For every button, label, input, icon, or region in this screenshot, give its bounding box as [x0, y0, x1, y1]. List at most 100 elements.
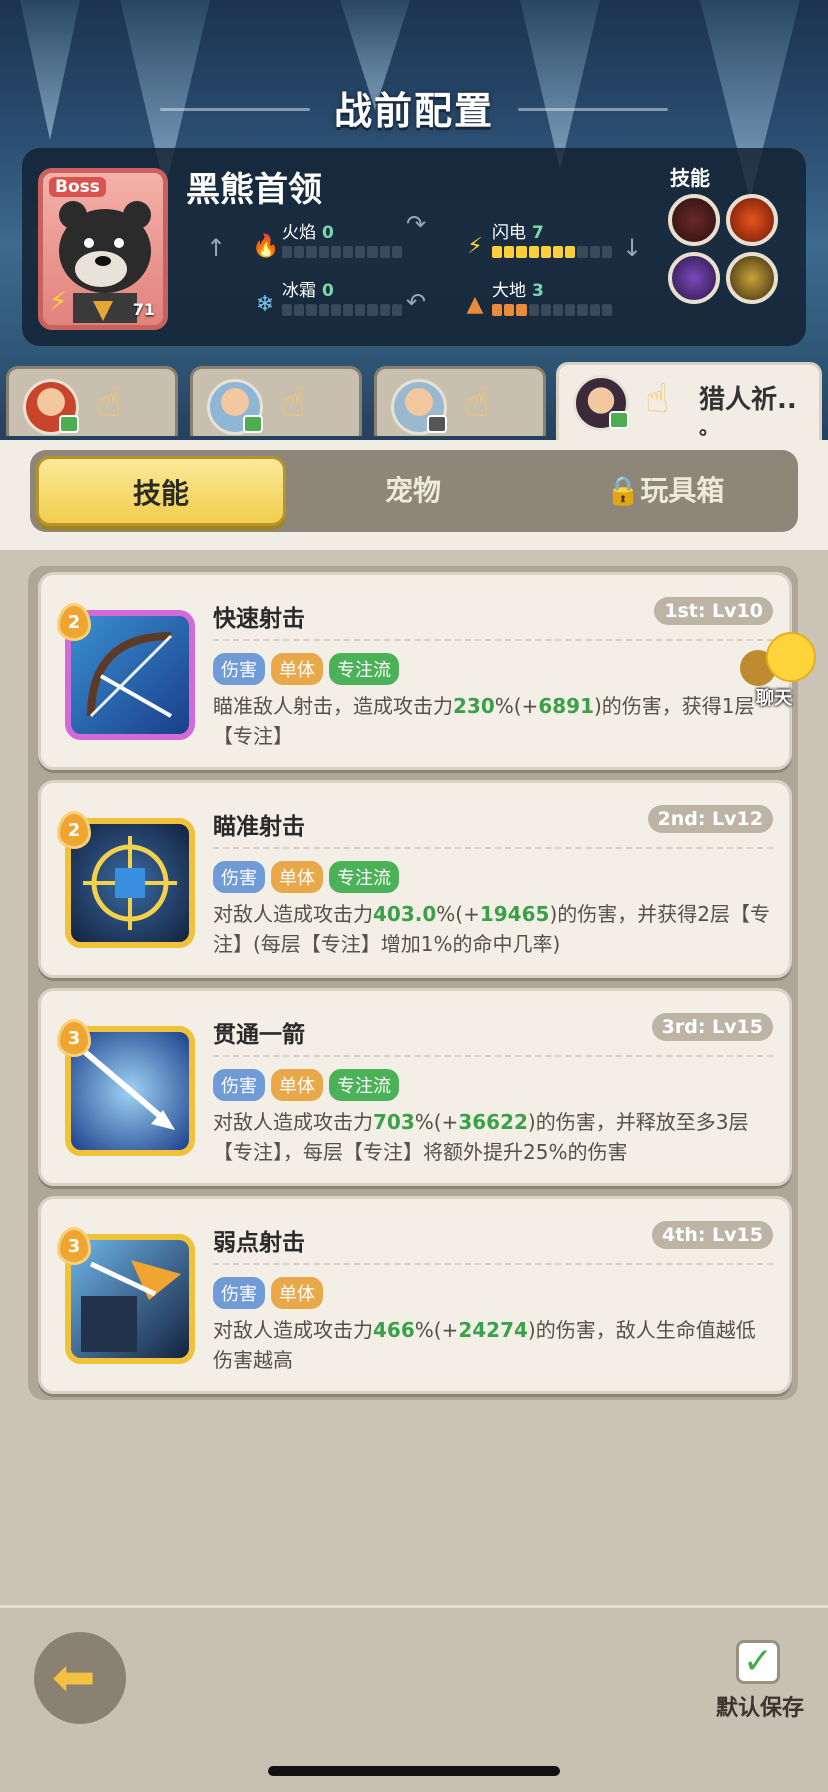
skill-tag: 专注流 [329, 861, 399, 893]
stat-name: 闪电 [492, 223, 526, 243]
stat-bar-segment [504, 304, 515, 316]
chat-button[interactable]: 聊天 [740, 632, 820, 712]
skill-card[interactable]: 3 弱点射击 4th: Lv15 伤害 单体 对敌人造成攻击力466%(+242… [38, 1196, 792, 1394]
lightning-stat: ⚡ 闪电 7 [462, 218, 632, 259]
stat-bar-segment [294, 246, 305, 258]
hero-status-icon [427, 415, 447, 433]
stat-bar-segment [355, 304, 366, 316]
lightning-icon: ⚡ [467, 234, 483, 259]
skill-tag: 伤害 [213, 1069, 265, 1101]
pointing-hand-icon: ☝ [281, 380, 306, 426]
stat-bar-segment [318, 246, 329, 258]
stat-bar-segment [565, 304, 576, 316]
stat-bar-segment [601, 304, 613, 316]
skill-description: 对敌人造成攻击力466%(+24274)的伤害，敌人生命值越低伤害越高 [213, 1318, 756, 1372]
skill-rank: 1st: Lv10 [654, 597, 773, 625]
hero-tab-4[interactable]: ☝ 猎人祈.. 。 [556, 362, 822, 444]
pointing-hand-icon: ☝ [465, 380, 490, 426]
boss-portrait[interactable]: Boss ⚡ 71 [38, 168, 168, 330]
boss-info-panel: Boss ⚡ 71 黑熊首领 🔥 火焰 0 ⚡ 闪电 7 ❄ 冰霜 0 ▲ 大地 3 ↑… [22, 148, 806, 346]
frost-stat: ❄ 冰霜 0 [252, 276, 422, 317]
skill-level-badge: 3 [57, 1227, 91, 1265]
cycle-arrow-icon: ↶ [406, 288, 427, 316]
skill-name: 弱点射击 [213, 1230, 305, 1256]
stat-bar [492, 304, 613, 316]
stat-bar-segment [282, 246, 293, 258]
stat-bar-segment [391, 246, 403, 258]
stat-bar-segment [367, 246, 378, 258]
cycle-arrow-icon: ↷ [406, 210, 427, 238]
tab-pets[interactable]: 宠物 [288, 456, 538, 526]
fire-bite-skill-icon[interactable] [726, 194, 778, 246]
stat-bar-segment [589, 304, 600, 316]
earth-stat: ▲ 大地 3 [462, 276, 632, 317]
stat-name: 冰霜 [282, 281, 316, 301]
skill-name: 瞄准射击 [213, 814, 305, 840]
tab-toybox-label: 玩具箱 [640, 474, 725, 507]
shadow-skill-icon[interactable] [726, 252, 778, 304]
skill-name: 快速射击 [213, 606, 305, 632]
home-indicator[interactable] [268, 1766, 560, 1776]
bite-skill-icon[interactable] [668, 194, 720, 246]
cycle-arrow-icon: ↓ [622, 234, 643, 262]
stat-bar-segment [589, 246, 600, 258]
checkbox-icon[interactable]: ✓ [736, 1640, 780, 1684]
stat-bar-segment [553, 246, 564, 258]
stat-bar-segment [504, 246, 515, 258]
skill-name: 贯通一箭 [213, 1022, 305, 1048]
footer-bar [0, 1605, 828, 1792]
stat-bar-segment [379, 304, 390, 316]
stat-bar-segment [306, 246, 317, 258]
skill-rank: 4th: Lv15 [652, 1221, 773, 1249]
stat-bar-segment [601, 246, 613, 258]
stat-value: 3 [532, 281, 544, 301]
boss-badge: Boss [49, 177, 106, 197]
skill-tag: 单体 [271, 861, 323, 893]
stat-bar-segment [553, 304, 564, 316]
skill-card[interactable]: 2 快速射击 1st: Lv10 伤害 单体 专注流 瞄准敌人射击，造成攻击力2… [38, 572, 792, 770]
tab-toybox[interactable]: 🔒玩具箱 [540, 456, 790, 526]
skill-tags: 伤害 单体 专注流 [213, 1069, 399, 1101]
back-button[interactable]: ⬅ [34, 1632, 126, 1724]
stat-bar-segment [355, 246, 366, 258]
hero-status-icon [609, 411, 629, 429]
skill-tags: 伤害 单体 专注流 [213, 861, 399, 893]
cycle-arrow-icon: ↑ [206, 234, 227, 262]
dark-skill-icon[interactable] [668, 252, 720, 304]
tab-skills[interactable]: 技能 [36, 456, 286, 526]
skill-tag: 伤害 [213, 861, 265, 893]
hero-status-icon [243, 415, 263, 433]
skill-card[interactable]: 3 贯通一箭 3rd: Lv15 伤害 单体 专注流 对敌人造成攻击力703%(… [38, 988, 792, 1186]
hero-name-overflow: 。 [699, 415, 719, 439]
stat-value: 7 [532, 223, 544, 243]
skill-tag: 专注流 [329, 653, 399, 685]
boss-name: 黑熊首领 [186, 170, 322, 210]
stat-bar-segment [294, 304, 305, 316]
skill-rank: 2nd: Lv12 [647, 805, 773, 833]
default-save-label[interactable]: 默认保存 [716, 1690, 804, 1722]
skill-level-badge: 2 [57, 811, 91, 849]
stat-bar-segment [540, 246, 552, 258]
stat-bar-segment [391, 304, 403, 316]
stat-bar-segment [492, 304, 503, 316]
stat-name: 大地 [492, 281, 526, 301]
stat-bar [282, 304, 403, 316]
skill-tag: 伤害 [213, 1277, 265, 1309]
pointing-hand-icon: ☝ [97, 380, 122, 426]
snowflake-icon: ❄ [255, 292, 275, 317]
stat-bar-segment [318, 304, 329, 316]
hero-tab-1[interactable]: ☝ [6, 366, 178, 436]
stat-value: 0 [322, 223, 334, 243]
skill-level-badge: 3 [57, 1019, 91, 1057]
hero-tab-2[interactable]: ☝ [190, 366, 362, 436]
stat-name: 火焰 [282, 223, 316, 243]
stat-bar-segment [379, 246, 390, 258]
chat-label: 聊天 [756, 688, 792, 709]
stat-bar-segment [492, 246, 503, 258]
lightning-icon: ⚡ [49, 287, 68, 317]
skill-tags: 伤害 单体 [213, 1277, 323, 1309]
skill-card[interactable]: 2 瞄准射击 2nd: Lv12 伤害 单体 专注流 对敌人造成攻击力403.0… [38, 780, 792, 978]
stat-bar-segment [516, 246, 527, 258]
hero-tab-3[interactable]: ☝ [374, 366, 546, 436]
page-title: 战前配置 [333, 89, 494, 133]
